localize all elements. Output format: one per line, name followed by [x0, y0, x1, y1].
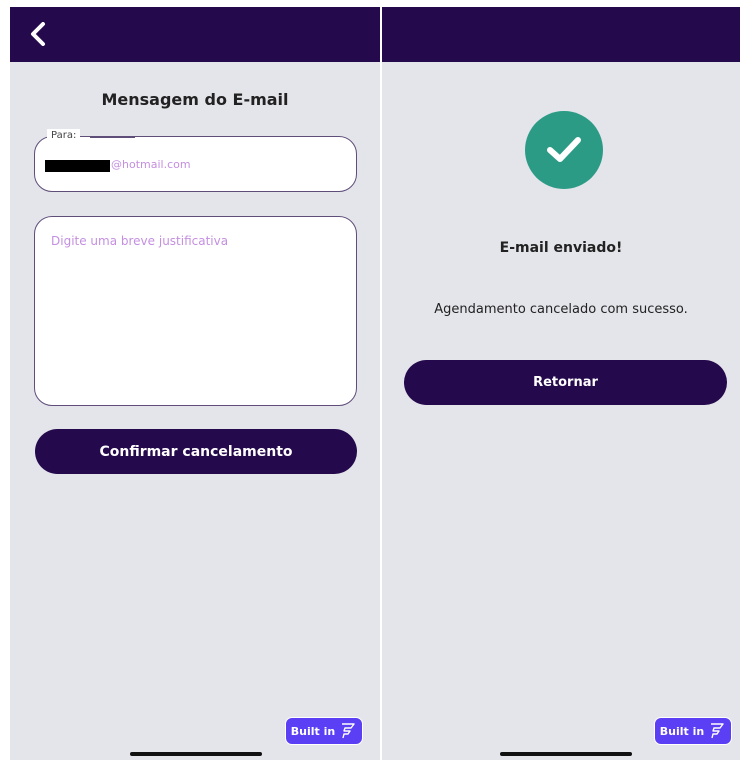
justification-field	[34, 216, 357, 406]
status-message: Agendamento cancelado com sucesso.	[434, 302, 688, 317]
check-circle-icon	[525, 111, 603, 189]
recipient-field[interactable]: Para: @hotmail.com	[34, 129, 357, 192]
page-title: Mensagem do E-mail	[101, 90, 289, 109]
field-border-segment	[90, 136, 135, 138]
justification-input[interactable]	[35, 217, 356, 405]
confirm-cancellation-button[interactable]: Confirmar cancelamento	[35, 429, 357, 474]
flutterflow-icon	[342, 723, 355, 739]
redacted-text	[45, 160, 110, 172]
return-button[interactable]: Retornar	[404, 360, 727, 405]
status-title: E-mail enviado!	[499, 240, 623, 256]
top-app-bar	[382, 7, 740, 62]
built-in-badge[interactable]: Built in	[654, 717, 732, 745]
badge-label: Built in	[659, 724, 705, 738]
flutterflow-icon	[711, 723, 724, 739]
home-indicator	[500, 752, 632, 756]
chevron-left-icon[interactable]	[28, 22, 48, 46]
email-message-screen: Mensagem do E-mail Para: @hotmail.com Co…	[10, 7, 380, 760]
home-indicator	[130, 752, 262, 756]
top-app-bar	[10, 7, 380, 62]
badge-label: Built in	[290, 724, 336, 738]
recipient-email-value: @hotmail.com	[111, 158, 191, 171]
email-sent-screen: E-mail enviado! Agendamento cancelado co…	[382, 7, 740, 760]
built-in-badge[interactable]: Built in	[285, 717, 363, 745]
recipient-label: Para:	[47, 129, 81, 143]
